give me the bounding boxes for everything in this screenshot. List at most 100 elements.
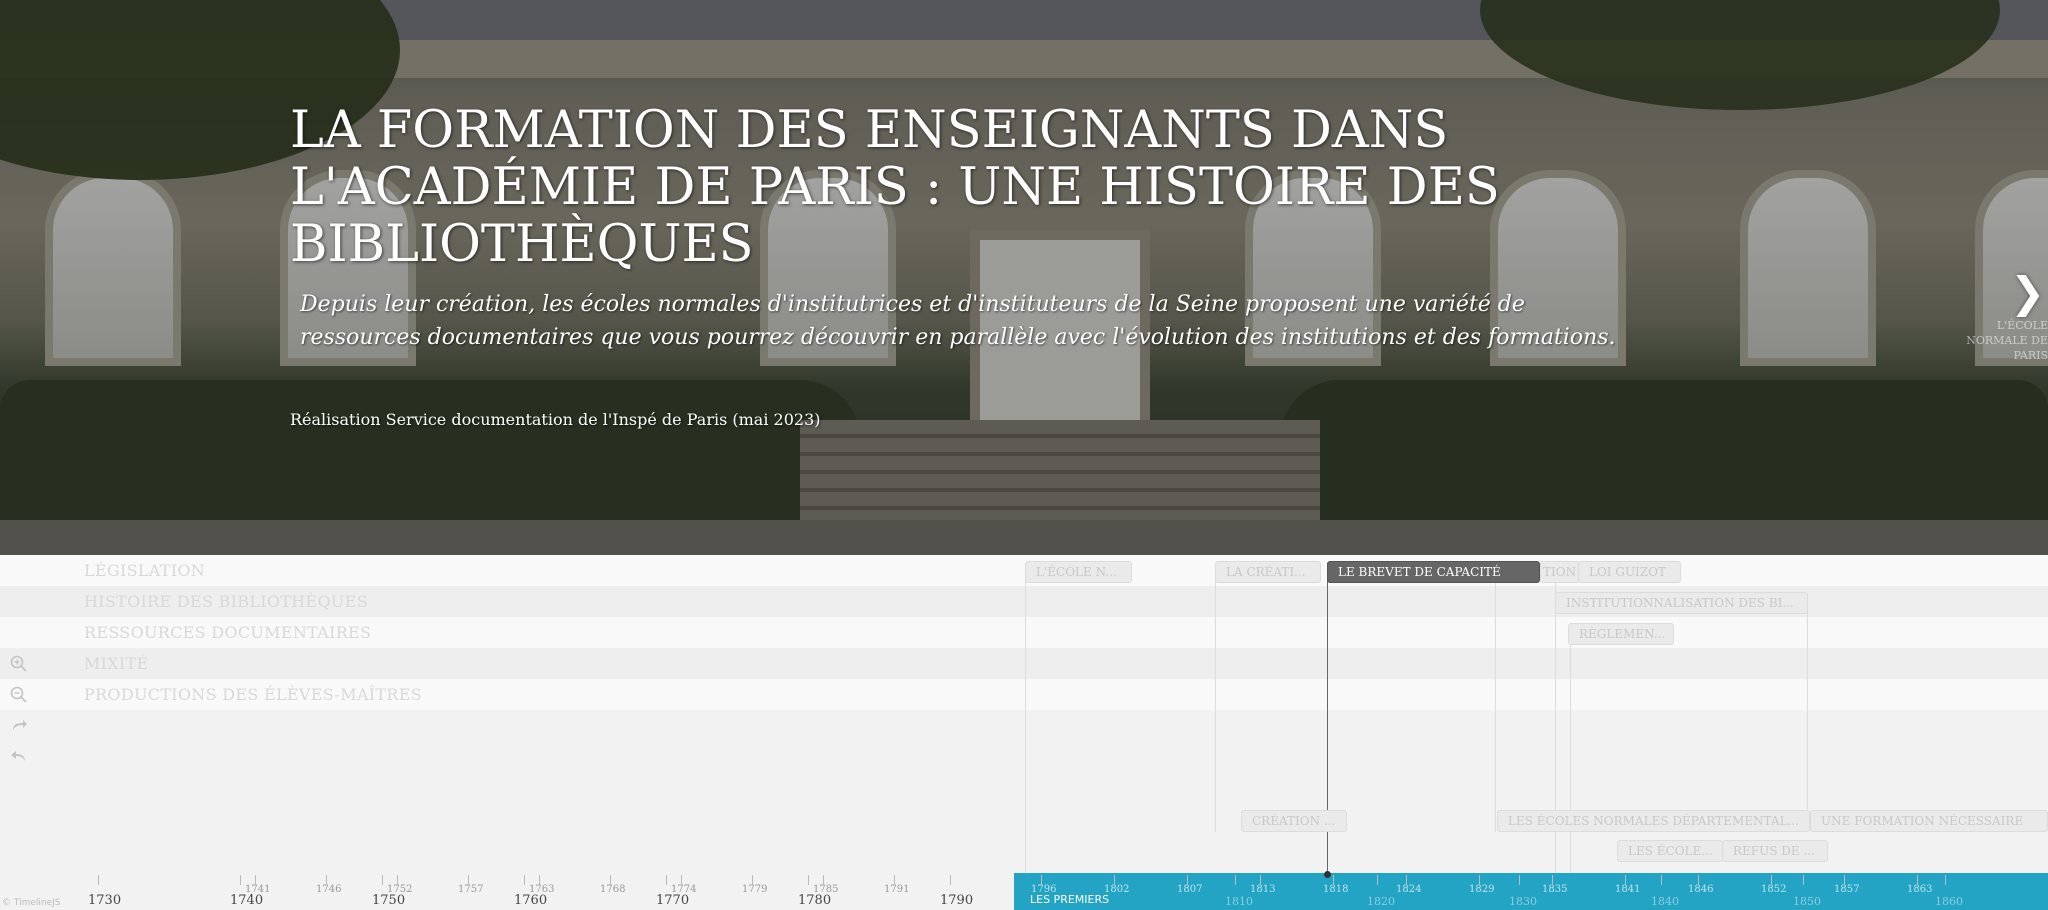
zoom-in-icon[interactable]: [8, 655, 30, 678]
tick-mark: [382, 875, 383, 885]
tick-mark: [681, 875, 682, 885]
era-minor-tick-label: 1846: [1688, 884, 1714, 895]
tick-mark: [752, 875, 753, 885]
tick-mark: [950, 875, 951, 885]
zoom-out-icon[interactable]: [8, 686, 30, 709]
tick-mark: [610, 875, 611, 885]
timeline-marker[interactable]: TION: [1540, 561, 1580, 583]
current-slide-dot: [1324, 871, 1331, 878]
timeline-marker[interactable]: LA CRÉATI...: [1215, 561, 1321, 583]
marker-line: [1807, 607, 1808, 832]
next-slide-preview[interactable]: L'ÉCOLE NORMALE DE PARIS: [1952, 318, 2048, 363]
major-tick-label: 1790: [940, 893, 974, 908]
era-major-tick-label: 1840: [1651, 895, 1679, 908]
tick-mark: [1552, 875, 1553, 885]
group-legislation: LÉGISLATION: [0, 555, 2048, 586]
era-minor-tick-label: 1802: [1104, 884, 1130, 895]
minor-tick-label: 1779: [742, 884, 768, 895]
era-major-tick-label: 1810: [1225, 895, 1253, 908]
era-minor-tick-label: 1863: [1907, 884, 1933, 895]
era-minor-tick-label: 1835: [1542, 884, 1568, 895]
back-icon[interactable]: [8, 748, 30, 769]
group-label: HISTOIRE DES BIBLIOTHÈQUES: [84, 592, 368, 611]
era-minor-tick-label: 1857: [1834, 884, 1860, 895]
group-mixite: MIXITÉ: [0, 648, 2048, 679]
group-label: RESSOURCES DOCUMENTAIRES: [84, 623, 372, 642]
timeline-panel: LÉGISLATION HISTOIRE DES BIBLIOTHÈQUES R…: [0, 555, 2048, 910]
tick-mark: [1917, 875, 1918, 885]
tick-mark: [255, 875, 256, 885]
minor-tick-label: 1791: [884, 884, 910, 895]
timeline-marker[interactable]: UNE FORMATION NÉCESSAIRE: [1810, 810, 2048, 832]
timeline-marker[interactable]: LES ÉCOLE...: [1617, 840, 1723, 862]
major-tick-label: 1740: [230, 893, 264, 908]
timeline-marker[interactable]: L'ÉCOLE N...: [1025, 561, 1132, 583]
tick-mark: [666, 875, 667, 885]
tick-mark: [1945, 875, 1946, 885]
tick-mark: [1803, 875, 1804, 885]
minor-tick-label: 1757: [458, 884, 484, 895]
timeline-marker[interactable]: REFUS DE ...: [1722, 840, 1828, 862]
tick-mark: [1771, 875, 1772, 885]
era-minor-tick-label: 1841: [1615, 884, 1641, 895]
tick-mark: [524, 875, 525, 885]
tick-mark: [1406, 875, 1407, 885]
minor-tick-label: 1768: [600, 884, 626, 895]
tick-mark: [397, 875, 398, 885]
marker-line: [1215, 577, 1216, 832]
major-tick-label: 1770: [656, 893, 690, 908]
slide-subtitle: Depuis leur création, les écoles normale…: [300, 292, 1616, 350]
minor-tick-label: 1763: [529, 884, 555, 895]
tick-mark: [894, 875, 895, 885]
marker-line: [1570, 631, 1571, 873]
group-documentary-resources: RESSOURCES DOCUMENTAIRES: [0, 617, 2048, 648]
tick-mark: [808, 875, 809, 885]
tick-mark: [1661, 875, 1662, 885]
tick-mark: [1333, 875, 1334, 885]
minor-tick-label: 1741: [245, 884, 271, 895]
timeline-marker[interactable]: INSTITUTIONNALISATION DES BI...: [1555, 592, 1808, 614]
slide-credit: Réalisation Service documentation de l'I…: [290, 410, 821, 429]
era-major-tick-label: 1860: [1935, 895, 1963, 908]
tick-mark: [1377, 875, 1378, 885]
tick-mark: [539, 875, 540, 885]
redo-icon[interactable]: [8, 718, 30, 739]
timeline-marker[interactable]: RÈGLEMEN...: [1568, 623, 1674, 645]
group-student-productions: PRODUCTIONS DES ÉLÈVES-MAÎTRES: [0, 679, 2048, 710]
minor-tick-label: 1774: [671, 884, 697, 895]
era-minor-tick-label: 1852: [1761, 884, 1787, 895]
timeline-marker[interactable]: LES ÉCOLES NORMALES DÉPARTEMENTAL...: [1497, 810, 1810, 832]
major-tick-label: 1750: [372, 893, 406, 908]
minor-tick-label: 1785: [813, 884, 839, 895]
tick-mark: [240, 875, 241, 885]
tick-mark: [1041, 875, 1042, 885]
tick-mark: [1479, 875, 1480, 885]
timeline-marker-active[interactable]: LE BREVET DE CAPACITÉ: [1327, 561, 1540, 583]
tick-mark: [1519, 875, 1520, 885]
timeline-marker[interactable]: LOI GUIZOT: [1578, 561, 1681, 583]
slide-title: LA FORMATION DES ENSEIGNANTS DANS L'ACAD…: [290, 101, 1500, 274]
tick-mark: [326, 875, 327, 885]
era-major-tick-label: 1820: [1367, 895, 1395, 908]
era-minor-tick-label: 1824: [1396, 884, 1422, 895]
tick-mark: [1625, 875, 1626, 885]
minor-tick-label: 1752: [387, 884, 413, 895]
tick-mark: [1235, 875, 1236, 885]
tick-mark: [468, 875, 469, 885]
group-label: PRODUCTIONS DES ÉLÈVES-MAÎTRES: [84, 685, 422, 704]
group-label: MIXITÉ: [84, 654, 149, 673]
timeline-marker[interactable]: CRÉATION ...: [1241, 810, 1347, 832]
major-tick-label: 1730: [88, 893, 122, 908]
image-overlay: [0, 0, 2048, 555]
tick-mark: [1698, 875, 1699, 885]
attribution: © TimelineJS: [2, 898, 61, 908]
tick-mark: [1844, 875, 1845, 885]
era-minor-tick-label: 1807: [1177, 884, 1203, 895]
tick-mark: [1260, 875, 1261, 885]
tick-mark: [98, 875, 99, 885]
era-minor-tick-label: 1813: [1250, 884, 1276, 895]
tick-mark: [1187, 875, 1188, 885]
major-tick-label: 1760: [514, 893, 548, 908]
hero-slide: LA FORMATION DES ENSEIGNANTS DANS L'ACAD…: [0, 0, 2048, 555]
next-arrow-icon[interactable]: ❯: [2010, 268, 2045, 317]
